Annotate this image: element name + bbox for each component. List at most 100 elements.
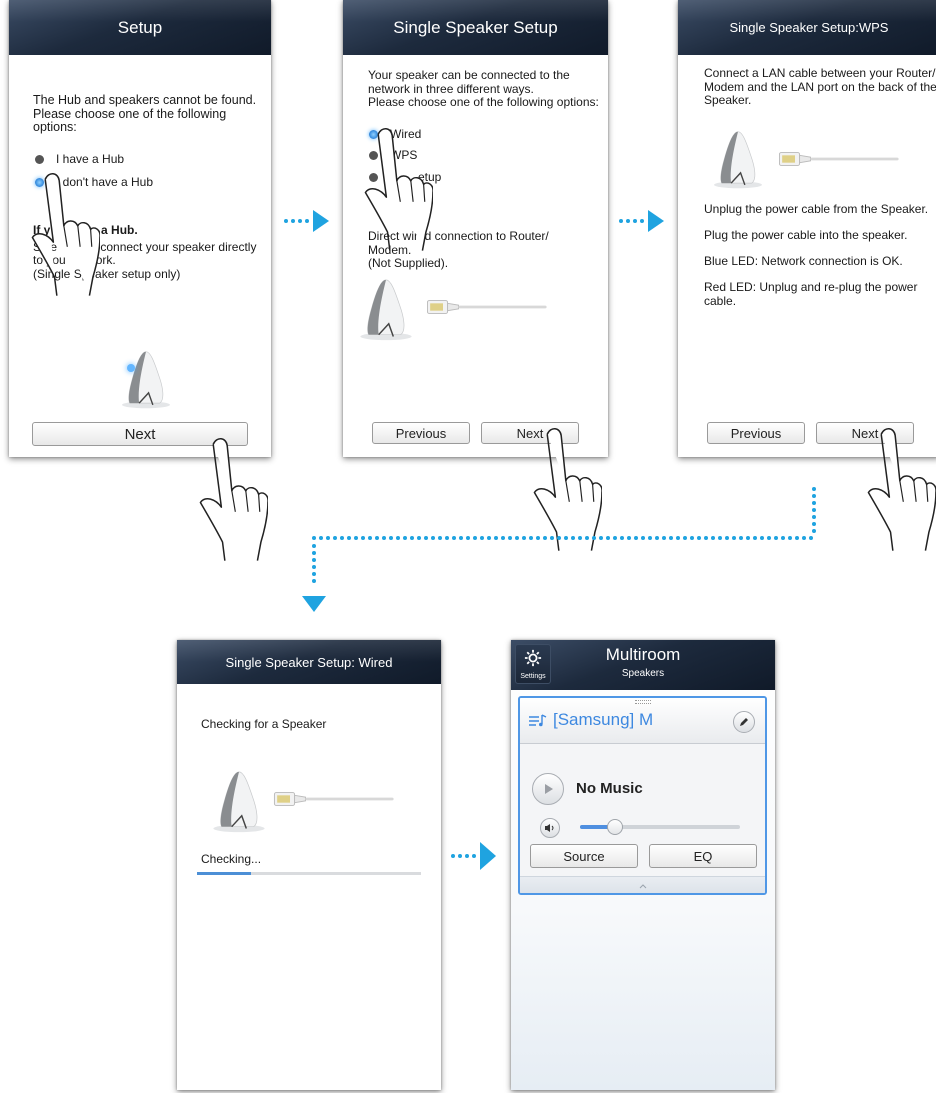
wps-step-3: Blue LED: Network connection is OK. [704, 254, 903, 268]
connector-dot [361, 536, 365, 540]
connector-dot [662, 536, 666, 540]
connector-dot [746, 536, 750, 540]
option-have-hub[interactable]: I have a Hub [35, 152, 124, 166]
collapse-bar[interactable] [520, 876, 765, 893]
arrow-right-icon [619, 210, 664, 232]
connector-dot [501, 536, 505, 540]
connector-dot [417, 536, 421, 540]
wps-step-2: Plug the power cable into the speaker. [704, 228, 908, 242]
connector-dot [711, 536, 715, 540]
arrow-right-icon [284, 210, 329, 232]
connector-dot [585, 536, 589, 540]
connector-dot [592, 536, 596, 540]
connector-dot [550, 536, 554, 540]
connector-dot [494, 536, 498, 540]
previous-button[interactable]: Previous [707, 422, 805, 444]
connector-dot [340, 536, 344, 540]
progress-track [197, 872, 421, 875]
connector-dot [473, 536, 477, 540]
connector-dot [319, 536, 323, 540]
connector-dot [564, 536, 568, 540]
speaker-icon [711, 130, 765, 190]
connector-dot [788, 536, 792, 540]
connector-dot [438, 536, 442, 540]
play-button[interactable] [532, 773, 564, 805]
volume-slider[interactable] [580, 819, 740, 835]
connector-dot [445, 536, 449, 540]
multiroom-title: Multiroom [605, 645, 681, 664]
connector-dot [571, 536, 575, 540]
connector-dot [809, 536, 813, 540]
connector-dot [718, 536, 722, 540]
connector-dot [697, 536, 701, 540]
flow-connector [302, 487, 816, 612]
connector-dot [375, 536, 379, 540]
connector-dot [536, 536, 540, 540]
connector-dot [529, 536, 533, 540]
connector-dot [410, 536, 414, 540]
source-button[interactable]: Source [530, 844, 638, 868]
progress-fill [197, 872, 251, 875]
connector-dot [333, 536, 337, 540]
lan-cable-icon [272, 788, 396, 810]
connector-dot [431, 536, 435, 540]
connector-dot [725, 536, 729, 540]
option-label: I have a Hub [56, 152, 125, 166]
connector-dot [599, 536, 603, 540]
speaker-icon [357, 278, 415, 342]
speaker-card[interactable]: [Samsung] M No Music Source EQ [518, 696, 767, 895]
led-icon [127, 364, 135, 372]
edit-button[interactable] [733, 711, 755, 733]
connector-dot [648, 536, 652, 540]
radio-icon [35, 154, 44, 164]
eq-button[interactable]: EQ [649, 844, 757, 868]
previous-button[interactable]: Previous [372, 422, 470, 444]
connector-dot [634, 536, 638, 540]
checking-status: Checking... [201, 852, 262, 866]
connector-dot [795, 536, 799, 540]
connector-dot [753, 536, 757, 540]
connector-dot [382, 536, 386, 540]
connector-dot [627, 536, 631, 540]
connector-dot [368, 536, 372, 540]
wps-intro: Connect a LAN cable between your Router/… [704, 66, 936, 107]
connector-dot [669, 536, 673, 540]
connector-dot [690, 536, 694, 540]
connector-dot [676, 536, 680, 540]
connector-dot [403, 536, 407, 540]
connector-dot [613, 536, 617, 540]
connector-dot [424, 536, 428, 540]
music-list-icon [529, 714, 547, 727]
connector-dot [774, 536, 778, 540]
speakers-subtitle: Speakers [621, 668, 665, 679]
wired-title: Single Speaker Setup: Wired [177, 640, 441, 684]
drag-handle[interactable] [635, 700, 651, 704]
connector-dot [781, 536, 785, 540]
volume-icon [545, 824, 554, 832]
hand-pointer-icon [30, 170, 100, 298]
connector-dot [739, 536, 743, 540]
arrow-right-icon [451, 842, 496, 870]
wps-step-4: Red LED: Unplug and re-plug the power ca… [704, 280, 918, 308]
connector-dot [767, 536, 771, 540]
multiroom-header: Settings Multiroom Speakers [511, 640, 775, 690]
volume-button[interactable] [540, 818, 560, 838]
connector-dot [389, 536, 393, 540]
connector-dot [543, 536, 547, 540]
lan-cable-icon [427, 296, 547, 318]
chevron-up-icon [639, 884, 646, 889]
hand-pointer-icon [363, 125, 433, 253]
volume-knob[interactable] [607, 819, 624, 835]
connector-dot [683, 536, 687, 540]
connector-dot [312, 536, 316, 540]
speaker-icon [119, 350, 173, 410]
connector-dot [480, 536, 484, 540]
speaker-name: [Samsung] M [553, 710, 654, 729]
connector-dot [354, 536, 358, 540]
wps-step-1: Unplug the power cable from the Speaker. [704, 202, 929, 216]
wired-check-screen: Single Speaker Setup: Wired Checking for… [177, 640, 441, 1090]
speaker-icon [210, 770, 268, 834]
single-message: Your speaker can be connected to the net… [368, 68, 599, 109]
connector-dot [452, 536, 456, 540]
connector-dot [508, 536, 512, 540]
